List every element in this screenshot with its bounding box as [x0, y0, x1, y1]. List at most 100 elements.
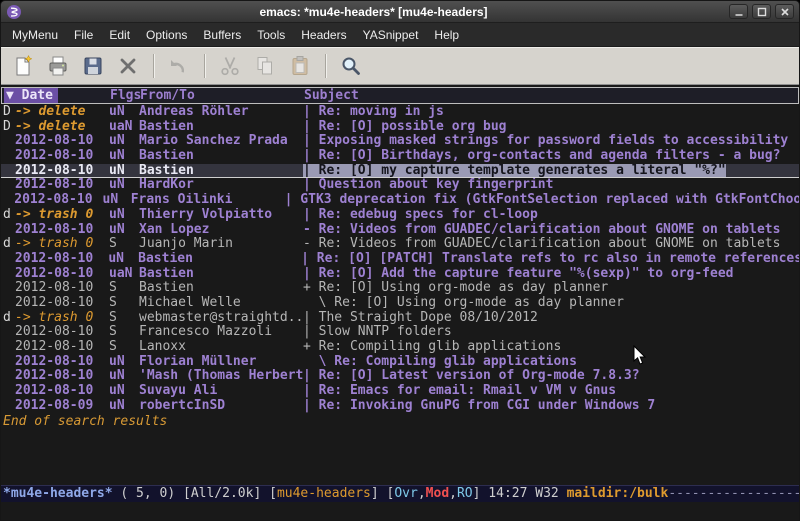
column-header-from[interactable]: From/To: [140, 88, 304, 103]
message-row[interactable]: D -> delete uN Andreas Röhler | Re: movi…: [1, 105, 799, 120]
mark-char: [1, 223, 15, 238]
message-row[interactable]: 2012-08-09 uN robertcInSD | Re: Invoking…: [1, 399, 799, 414]
menu-item-buffers[interactable]: Buffers: [195, 25, 249, 45]
from-cell: Suvayu Ali: [139, 384, 303, 399]
message-row[interactable]: 2012-08-10 uaN Bastien | Re: [O] Add the…: [1, 267, 799, 282]
from-cell: Francesco Mazzoli: [139, 325, 303, 340]
new-file-button[interactable]: [8, 51, 38, 81]
modeline-filler-dashes: ----------------------------------------…: [668, 486, 799, 501]
maximize-button[interactable]: [752, 4, 771, 19]
menu-item-options[interactable]: Options: [138, 25, 195, 45]
message-row[interactable]: 2012-08-10 uN Frans Oilinki | GTK3 depre…: [1, 193, 799, 208]
emacs-app-icon: [6, 4, 22, 20]
print-button[interactable]: [43, 51, 73, 81]
menu-item-tools[interactable]: Tools: [249, 25, 293, 45]
flags-cell: uN: [109, 134, 139, 149]
modeline-buffer-name: *mu4e-headers*: [3, 486, 113, 501]
column-header-date[interactable]: ▼ Date: [2, 88, 110, 103]
menu-item-file[interactable]: File: [66, 25, 101, 45]
message-row[interactable]: 2012-08-10 uN HardKor | Question about k…: [1, 178, 799, 193]
modeline-modified-flag: Mod: [426, 486, 449, 501]
cut-button[interactable]: [215, 51, 245, 81]
close-buffer-button[interactable]: [113, 51, 143, 81]
tool-bar: [1, 47, 799, 85]
modeline-maildir: maildir:/bulk: [567, 486, 669, 501]
message-row[interactable]: 2012-08-10 uN Suvayu Ali | Re: Emacs for…: [1, 384, 799, 399]
date-cell: 2012-08-10: [15, 281, 109, 296]
menu-item-edit[interactable]: Edit: [101, 25, 138, 45]
undo-icon: [167, 54, 191, 78]
modeline-overwrite-flag: Ovr: [394, 486, 417, 501]
date-cell: 2012-08-10: [15, 340, 109, 355]
message-row[interactable]: d -> trash 0 uN Thierry Volpiatto | Re: …: [1, 208, 799, 223]
undo-button[interactable]: [164, 51, 194, 81]
date-cell: 2012-08-10: [15, 149, 109, 164]
menu-item-help[interactable]: Help: [426, 25, 467, 45]
title-bar[interactable]: emacs: *mu4e-headers* [mu4e-headers]: [1, 1, 799, 23]
modeline-window-number: W32: [535, 486, 558, 501]
flags-cell: uN: [109, 149, 139, 164]
message-row[interactable]: 2012-08-10 uN Bastien | Re: [O] my captu…: [1, 164, 799, 179]
new-file-icon: [11, 54, 35, 78]
subject-cell: | Re: edebug specs for cl-loop: [303, 208, 538, 223]
message-row[interactable]: 2012-08-10 uN Mario Sanchez Prada | Expo…: [1, 134, 799, 149]
cut-icon: [218, 54, 242, 78]
flags-cell: uN: [108, 252, 138, 267]
search-button[interactable]: [336, 51, 366, 81]
subject-cell: | The Straight Dope 08/10/2012: [303, 311, 538, 326]
modeline-stats: ( 5, 0) [All/2.0k]: [113, 486, 270, 501]
from-cell: HardKor: [139, 178, 303, 193]
message-row[interactable]: 2012-08-10 uN 'Mash (Thomas Herbert) | R…: [1, 369, 799, 384]
mode-line[interactable]: *mu4e-headers* ( 5, 0) [All/2.0k] [mu4e-…: [1, 485, 799, 502]
subject-cell: | Re: moving in js: [303, 105, 444, 120]
flags-cell: uN: [109, 105, 139, 120]
mark-char: [1, 134, 15, 149]
end-of-results-text: End of search results: [1, 414, 799, 429]
header-line: ▼ Date Flgs From/To Subject: [1, 87, 799, 104]
menu-item-mymenu[interactable]: MyMenu: [4, 25, 66, 45]
message-row[interactable]: 2012-08-10 uN Bastien | Re: [O] Birthday…: [1, 149, 799, 164]
date-cell: -> trash 0: [15, 237, 109, 252]
copy-button[interactable]: [250, 51, 280, 81]
subject-cell: - Re: Videos from GUADEC/clarification a…: [303, 237, 780, 252]
flags-cell: uN: [109, 208, 139, 223]
date-cell: -> trash 0: [15, 311, 109, 326]
subject-cell: | Re: [O] my capture template generates …: [303, 164, 726, 178]
subject-cell: + Re: Compiling glib applications: [303, 340, 561, 355]
copy-icon: [253, 54, 277, 78]
modeline-readonly-flag: RO: [457, 486, 473, 501]
modeline-major-mode: mu4e-headers: [277, 486, 371, 501]
message-row[interactable]: 2012-08-10 S Michael Welle \ Re: [O] Usi…: [1, 296, 799, 311]
message-row[interactable]: D -> delete uaN Bastien | Re: [O] possib…: [1, 120, 799, 135]
message-row[interactable]: 2012-08-10 S Lanoxx + Re: Compiling glib…: [1, 340, 799, 355]
emacs-window: emacs: *mu4e-headers* [mu4e-headers] MyM…: [0, 0, 800, 521]
echo-area[interactable]: [1, 502, 799, 520]
modeline-separator: ,: [449, 486, 457, 501]
flags-cell: uN: [109, 399, 139, 414]
from-cell: Bastien: [139, 149, 303, 164]
column-header-flags[interactable]: Flgs: [110, 88, 140, 103]
menu-item-headers[interactable]: Headers: [293, 25, 354, 45]
modeline-bracket: ]: [371, 486, 387, 501]
message-row[interactable]: 2012-08-10 S Bastien + Re: [O] Using org…: [1, 281, 799, 296]
subject-cell: | GTK3 deprecation fix (GtkFontSelection…: [285, 193, 799, 208]
mark-char: [1, 281, 15, 296]
mark-char: d: [1, 311, 15, 326]
paste-button[interactable]: [285, 51, 315, 81]
message-row[interactable]: 2012-08-10 uN Florian Müllner \ Re: Comp…: [1, 355, 799, 370]
minimize-button[interactable]: [729, 4, 748, 19]
mark-char: [1, 355, 15, 370]
close-button[interactable]: [775, 4, 794, 19]
window-title: emacs: *mu4e-headers* [mu4e-headers]: [22, 5, 725, 19]
menu-item-yasnippet[interactable]: YASnippet: [355, 25, 427, 45]
message-row[interactable]: d -> trash 0 S Juanjo Marin - Re: Videos…: [1, 237, 799, 252]
flags-cell: uN: [103, 193, 131, 208]
message-row[interactable]: 2012-08-10 uN Bastien | Re: [O] [PATCH] …: [1, 252, 799, 267]
message-row[interactable]: 2012-08-10 uN Xan Lopez - Re: Videos fro…: [1, 223, 799, 238]
save-button[interactable]: [78, 51, 108, 81]
message-row[interactable]: d -> trash 0 S webmaster@straightd... | …: [1, 311, 799, 326]
message-row[interactable]: 2012-08-10 S Francesco Mazzoli | Slow NN…: [1, 325, 799, 340]
mark-char: [1, 164, 15, 178]
menu-bar: MyMenu File Edit Options Buffers Tools H…: [1, 23, 799, 47]
column-header-subject[interactable]: Subject: [304, 88, 798, 103]
